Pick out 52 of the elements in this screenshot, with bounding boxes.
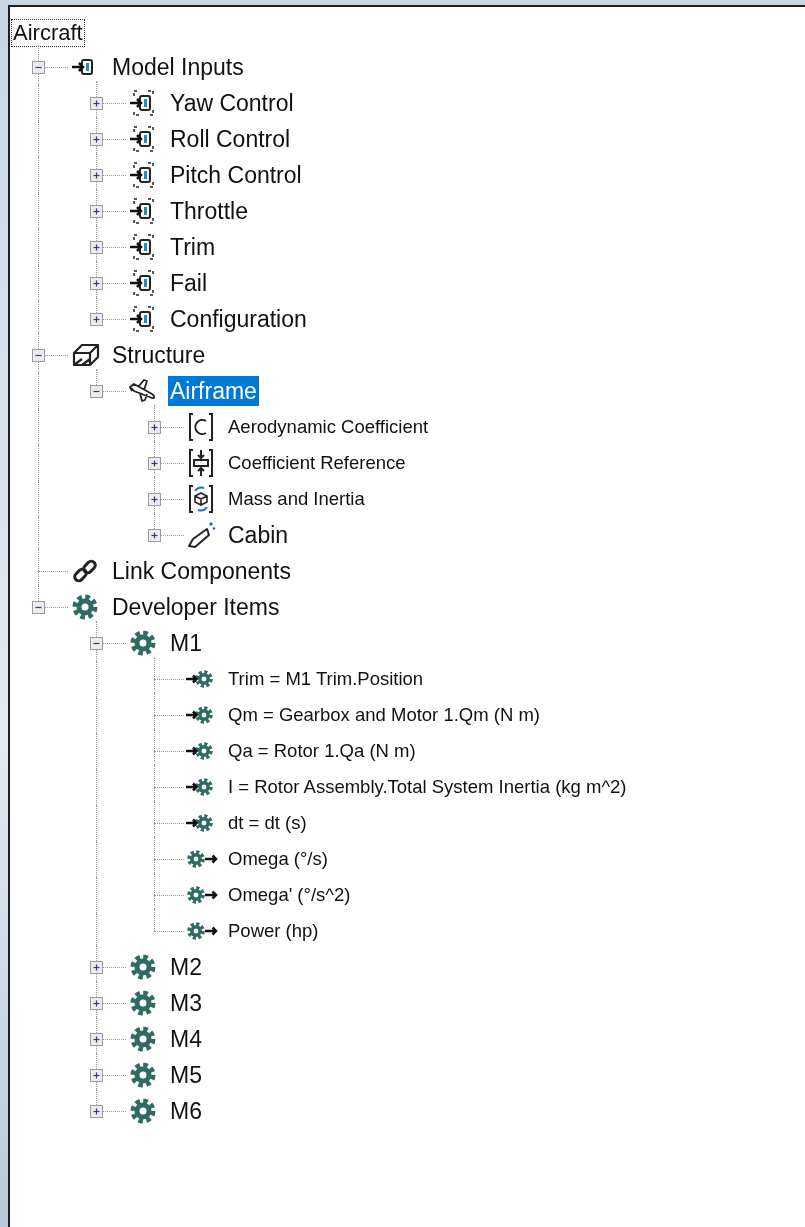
- tree-item[interactable]: Omega (°/s): [226, 844, 330, 874]
- tree-item[interactable]: Trim = M1 Trim.Position: [226, 664, 426, 694]
- expander-button[interactable]: [90, 961, 103, 974]
- tree-item[interactable]: I = Rotor Assembly.Total System Inertia (kg m^2): [226, 772, 629, 802]
- expander-button[interactable]: [90, 97, 103, 110]
- tree-item[interactable]: Power (hp): [226, 916, 321, 946]
- expander-button[interactable]: [90, 385, 103, 398]
- expander-button[interactable]: [90, 169, 103, 182]
- tree-item[interactable]: Model Inputs: [110, 52, 246, 82]
- tree-item[interactable]: Link Components: [110, 556, 293, 586]
- expander-button[interactable]: [90, 205, 103, 218]
- tree-item[interactable]: Pitch Control: [168, 160, 304, 190]
- tree-item[interactable]: Qa = Rotor 1.Qa (N m): [226, 736, 418, 766]
- expander-button[interactable]: [148, 529, 161, 542]
- tree-item[interactable]: Yaw Control: [168, 88, 296, 118]
- tree-item[interactable]: Coefficient Reference: [226, 448, 408, 478]
- tree-item[interactable]: Mass and Inertia: [226, 484, 367, 514]
- tree-item[interactable]: M1: [168, 628, 204, 658]
- expander-button[interactable]: [148, 457, 161, 470]
- expander-button[interactable]: [148, 493, 161, 506]
- tree-item[interactable]: M3: [168, 988, 204, 1018]
- tree-item[interactable]: Fail: [168, 268, 210, 298]
- expander-button[interactable]: [90, 1069, 103, 1082]
- tree-item[interactable]: Roll Control: [168, 124, 293, 154]
- tree-item[interactable]: M2: [168, 952, 204, 982]
- expander-button[interactable]: [90, 1105, 103, 1118]
- tree-item[interactable]: Omega' (°/s^2): [226, 880, 353, 910]
- tree-item[interactable]: Cabin: [226, 520, 291, 550]
- tree-item[interactable]: Aerodynamic Coefficient: [226, 412, 431, 442]
- tree-item[interactable]: M5: [168, 1060, 204, 1090]
- expander-button[interactable]: [32, 61, 45, 74]
- tree-item[interactable]: M6: [168, 1096, 204, 1126]
- expander-button[interactable]: [90, 1033, 103, 1046]
- tree-root-label[interactable]: Aircraft: [11, 19, 85, 47]
- expander-button[interactable]: [32, 601, 45, 614]
- expander-button[interactable]: [90, 277, 103, 290]
- tree-item[interactable]: Configuration: [168, 304, 309, 334]
- expander-button[interactable]: [90, 241, 103, 254]
- tree-item[interactable]: Trim: [168, 232, 218, 262]
- tree-item[interactable]: Qm = Gearbox and Motor 1.Qm (N m): [226, 700, 543, 730]
- expander-button[interactable]: [90, 637, 103, 650]
- tree-item[interactable]: dt = dt (s): [226, 808, 309, 838]
- tree-item[interactable]: Airframe: [168, 376, 259, 406]
- expander-button[interactable]: [90, 997, 103, 1010]
- expander-button[interactable]: [32, 349, 45, 362]
- tree-item[interactable]: M4: [168, 1024, 204, 1054]
- expander-button[interactable]: [90, 313, 103, 326]
- tree-item[interactable]: Throttle: [168, 196, 250, 226]
- tree-item[interactable]: Structure: [110, 340, 208, 370]
- expander-button[interactable]: [90, 133, 103, 146]
- expander-button[interactable]: [148, 421, 161, 434]
- tree-item[interactable]: Developer Items: [110, 592, 282, 622]
